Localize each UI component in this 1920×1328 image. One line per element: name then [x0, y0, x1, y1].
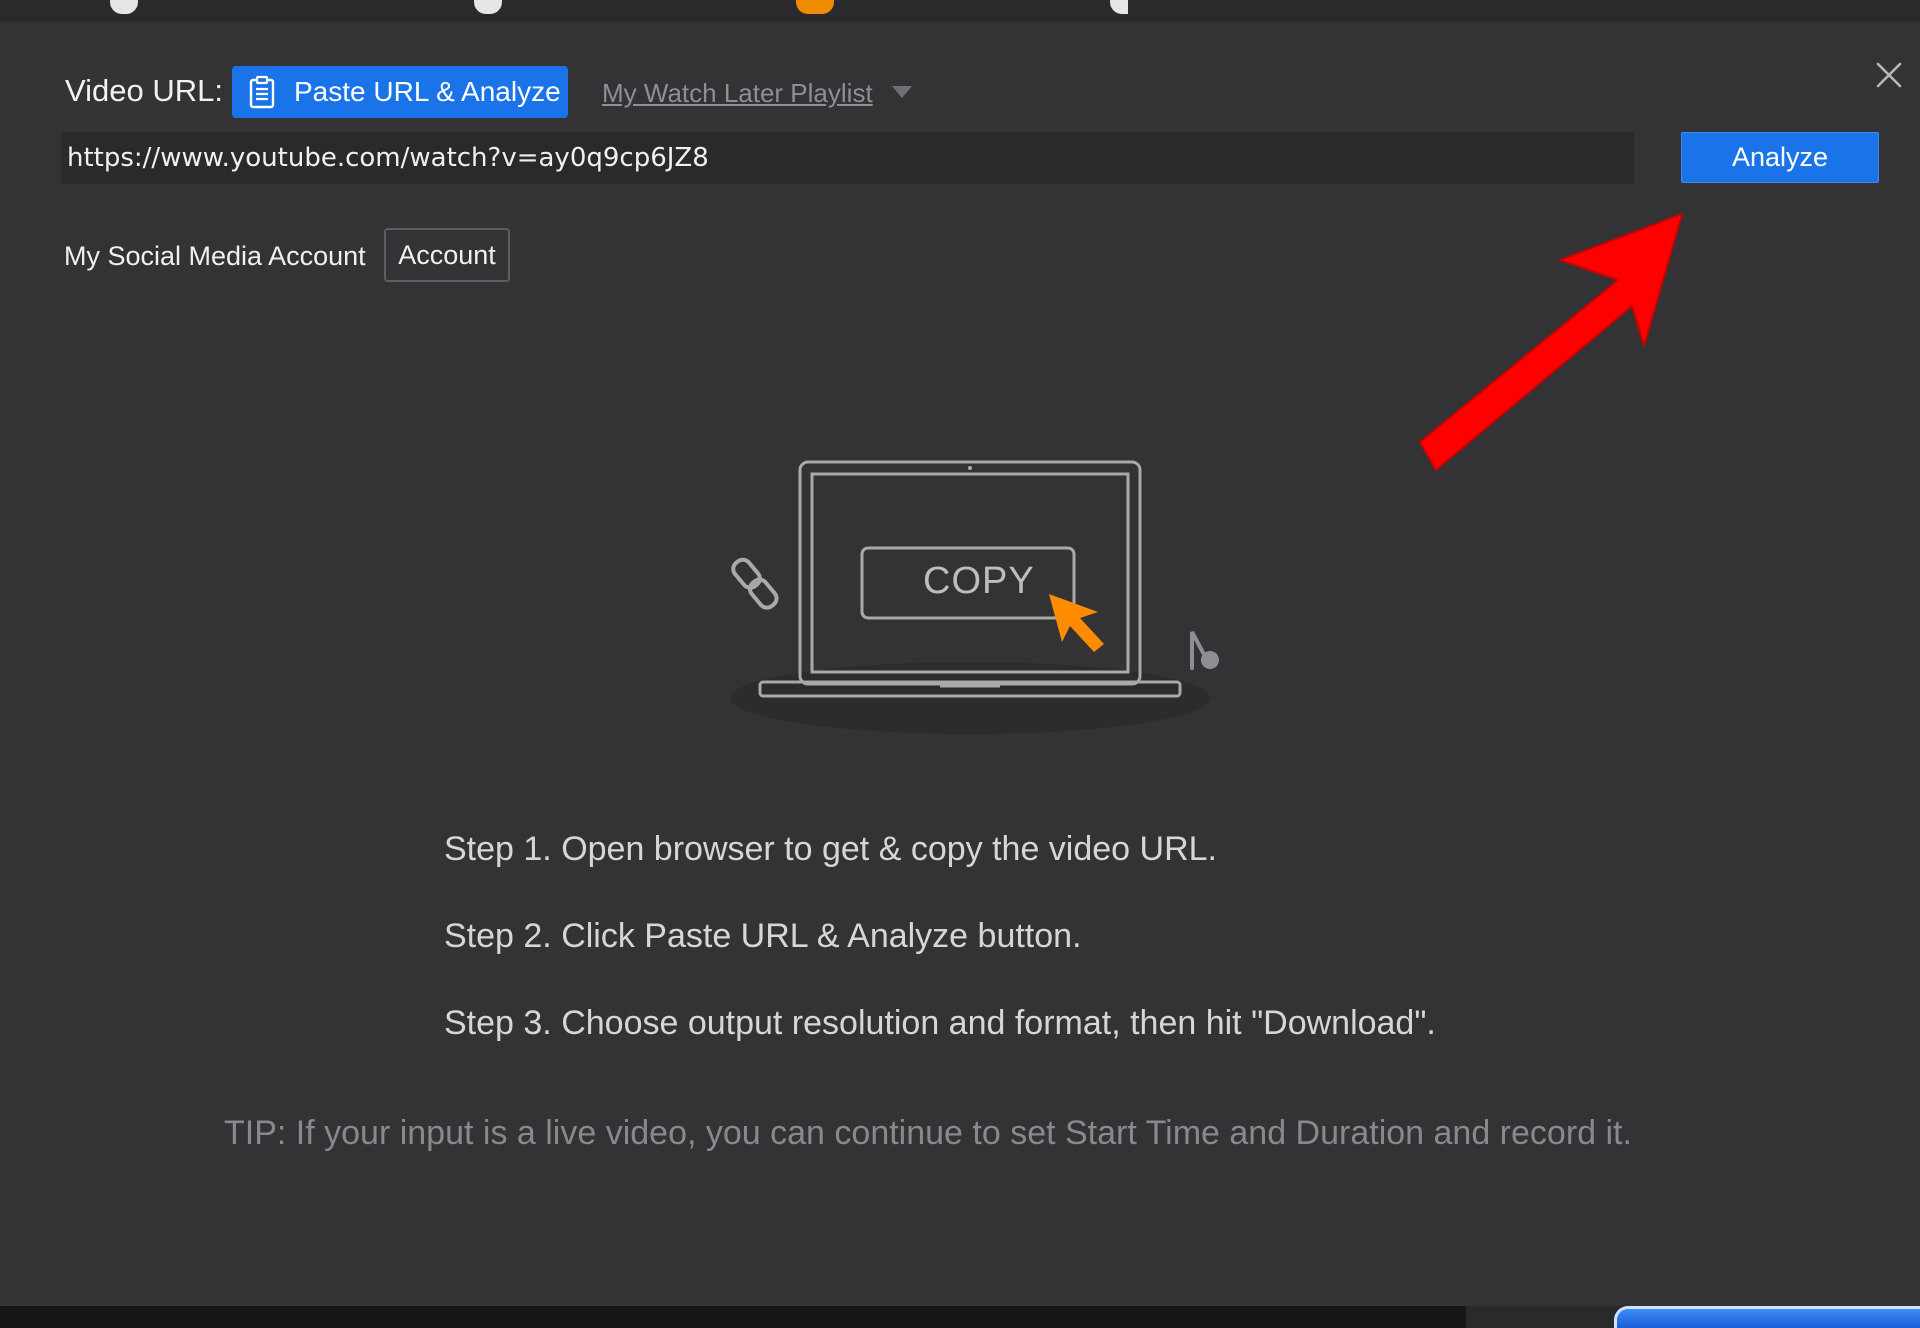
clipboard-icon [249, 75, 275, 109]
step-3-text: Step 3. Choose output resolution and for… [444, 1004, 1436, 1042]
analyze-button-label: Analyze [1731, 142, 1829, 172]
paste-url-analyze-label: Paste URL & Analyze [294, 76, 561, 107]
screen: Video URL: Paste URL & Analyze My Watch … [0, 0, 1920, 1328]
link-icon [731, 557, 779, 610]
watch-later-playlist-link[interactable]: My Watch Later Playlist [602, 78, 873, 109]
toolbar-icon[interactable] [110, 0, 138, 14]
paste-url-analyze-button[interactable]: Paste URL & Analyze [232, 66, 568, 118]
toolbar-icon[interactable] [796, 0, 834, 14]
step-2-text: Step 2. Click Paste URL & Analyze button… [444, 917, 1082, 955]
app-toolbar-strip [0, 0, 1920, 23]
download-dialog: Video URL: Paste URL & Analyze My Watch … [0, 22, 1920, 1306]
analyze-button[interactable]: Analyze [1681, 132, 1879, 183]
copy-button-label: COPY [923, 560, 1035, 602]
video-url-label: Video URL: [65, 73, 223, 108]
tip-text: TIP: If your input is a live video, you … [224, 1114, 1632, 1152]
taskbar-blue-element[interactable] [1614, 1306, 1920, 1328]
toolbar-icon[interactable] [474, 0, 502, 14]
step-1-text: Step 1. Open browser to get & copy the v… [444, 830, 1217, 868]
account-button[interactable]: Account [384, 228, 510, 282]
account-button-label: Account [398, 239, 496, 270]
social-media-account-label: My Social Media Account [64, 241, 366, 271]
music-note-icon [1190, 631, 1219, 670]
video-url-input[interactable] [61, 132, 1634, 184]
chevron-down-icon[interactable] [890, 84, 914, 100]
close-icon[interactable] [1872, 58, 1906, 92]
red-arrow-annotation [1419, 213, 1683, 471]
cursor-icon [1049, 594, 1104, 652]
toolbar-icon[interactable] [1110, 0, 1128, 14]
